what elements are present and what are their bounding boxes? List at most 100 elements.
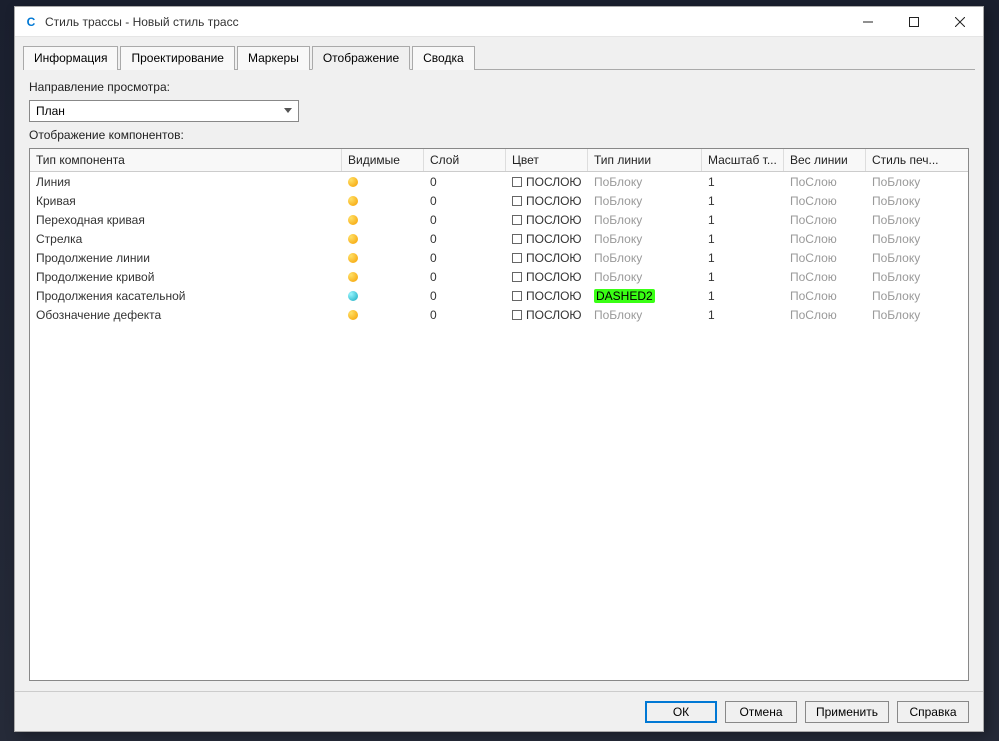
cell-lineweight[interactable]: ПоСлою — [784, 251, 866, 265]
cell-visible[interactable] — [342, 234, 424, 244]
lightbulb-icon[interactable] — [348, 234, 358, 244]
cell-visible[interactable] — [342, 310, 424, 320]
cell-scale[interactable]: 1 — [702, 175, 784, 189]
lightbulb-icon[interactable] — [348, 215, 358, 225]
header-lineweight[interactable]: Вес линии — [784, 149, 866, 171]
cell-scale[interactable]: 1 — [702, 308, 784, 322]
lightbulb-icon[interactable] — [348, 177, 358, 187]
lightbulb-icon[interactable] — [348, 196, 358, 206]
cell-color[interactable]: ПОСЛОЮ — [506, 270, 588, 284]
cell-linetype[interactable]: ПоБлоку — [588, 232, 702, 246]
cell-lineweight[interactable]: ПоСлою — [784, 289, 866, 303]
cell-visible[interactable] — [342, 196, 424, 206]
cell-lineweight[interactable]: ПоСлою — [784, 175, 866, 189]
tab-markers[interactable]: Маркеры — [237, 46, 310, 70]
cell-color[interactable]: ПОСЛОЮ — [506, 308, 588, 322]
titlebar[interactable]: C Стиль трассы - Новый стиль трасс — [15, 7, 983, 37]
cell-type[interactable]: Кривая — [30, 194, 342, 208]
cell-scale[interactable]: 1 — [702, 232, 784, 246]
close-button[interactable] — [937, 7, 983, 37]
header-color[interactable]: Цвет — [506, 149, 588, 171]
cell-linetype[interactable]: DASHED2 — [588, 289, 702, 303]
cell-layer[interactable]: 0 — [424, 308, 506, 322]
cell-type[interactable]: Обозначение дефекта — [30, 308, 342, 322]
cell-linetype[interactable]: ПоБлоку — [588, 175, 702, 189]
cell-color[interactable]: ПОСЛОЮ — [506, 251, 588, 265]
tab-summary[interactable]: Сводка — [412, 46, 475, 70]
header-layer[interactable]: Слой — [424, 149, 506, 171]
cell-plotstyle[interactable]: ПоБлоку — [866, 194, 948, 208]
cell-plotstyle[interactable]: ПоБлоку — [866, 308, 948, 322]
table-row[interactable]: Кривая0ПОСЛОЮПоБлоку1ПоСлоюПоБлоку — [30, 191, 968, 210]
cell-plotstyle[interactable]: ПоБлоку — [866, 175, 948, 189]
cell-linetype[interactable]: ПоБлоку — [588, 270, 702, 284]
tab-design[interactable]: Проектирование — [120, 46, 235, 70]
cell-plotstyle[interactable]: ПоБлоку — [866, 270, 948, 284]
cell-visible[interactable] — [342, 215, 424, 225]
ok-button[interactable]: ОК — [645, 701, 717, 723]
tab-display[interactable]: Отображение — [312, 46, 410, 70]
cell-color[interactable]: ПОСЛОЮ — [506, 213, 588, 227]
apply-button[interactable]: Применить — [805, 701, 889, 723]
cell-lineweight[interactable]: ПоСлою — [784, 232, 866, 246]
cell-color[interactable]: ПОСЛОЮ — [506, 194, 588, 208]
cell-scale[interactable]: 1 — [702, 289, 784, 303]
cell-plotstyle[interactable]: ПоБлоку — [866, 251, 948, 265]
lightbulb-icon[interactable] — [348, 272, 358, 282]
cell-plotstyle[interactable]: ПоБлоку — [866, 289, 948, 303]
maximize-button[interactable] — [891, 7, 937, 37]
table-row[interactable]: Стрелка0ПОСЛОЮПоБлоку1ПоСлоюПоБлоку — [30, 229, 968, 248]
cell-type[interactable]: Продолжения касательной — [30, 289, 342, 303]
cell-type[interactable]: Переходная кривая — [30, 213, 342, 227]
cell-type[interactable]: Продолжение линии — [30, 251, 342, 265]
cell-linetype[interactable]: ПоБлоку — [588, 251, 702, 265]
header-linetype[interactable]: Тип линии — [588, 149, 702, 171]
cell-scale[interactable]: 1 — [702, 213, 784, 227]
cell-color[interactable]: ПОСЛОЮ — [506, 232, 588, 246]
help-button[interactable]: Справка — [897, 701, 969, 723]
lightbulb-icon[interactable] — [348, 291, 358, 301]
minimize-button[interactable] — [845, 7, 891, 37]
lightbulb-icon[interactable] — [348, 310, 358, 320]
header-visible[interactable]: Видимые — [342, 149, 424, 171]
cell-visible[interactable] — [342, 291, 424, 301]
cell-scale[interactable]: 1 — [702, 194, 784, 208]
table-row[interactable]: Продолжения касательной0ПОСЛОЮDASHED21По… — [30, 286, 968, 305]
cell-layer[interactable]: 0 — [424, 194, 506, 208]
table-row[interactable]: Линия0ПОСЛОЮПоБлоку1ПоСлоюПоБлоку — [30, 172, 968, 191]
cell-layer[interactable]: 0 — [424, 175, 506, 189]
table-row[interactable]: Переходная кривая0ПОСЛОЮПоБлоку1ПоСлоюПо… — [30, 210, 968, 229]
cell-layer[interactable]: 0 — [424, 232, 506, 246]
cell-linetype[interactable]: ПоБлоку — [588, 308, 702, 322]
cell-type[interactable]: Продолжение кривой — [30, 270, 342, 284]
lightbulb-icon[interactable] — [348, 253, 358, 263]
cell-lineweight[interactable]: ПоСлою — [784, 270, 866, 284]
cell-scale[interactable]: 1 — [702, 270, 784, 284]
table-row[interactable]: Продолжение линии0ПОСЛОЮПоБлоку1ПоСлоюПо… — [30, 248, 968, 267]
table-row[interactable]: Обозначение дефекта0ПОСЛОЮПоБлоку1ПоСлою… — [30, 305, 968, 324]
cell-plotstyle[interactable]: ПоБлоку — [866, 213, 948, 227]
cell-plotstyle[interactable]: ПоБлоку — [866, 232, 948, 246]
cell-visible[interactable] — [342, 253, 424, 263]
cell-color[interactable]: ПОСЛОЮ — [506, 289, 588, 303]
cell-visible[interactable] — [342, 272, 424, 282]
table-row[interactable]: Продолжение кривой0ПОСЛОЮПоБлоку1ПоСлоюП… — [30, 267, 968, 286]
header-type[interactable]: Тип компонента — [30, 149, 342, 171]
cell-lineweight[interactable]: ПоСлою — [784, 308, 866, 322]
cell-layer[interactable]: 0 — [424, 289, 506, 303]
tab-information[interactable]: Информация — [23, 46, 118, 70]
cell-linetype[interactable]: ПоБлоку — [588, 194, 702, 208]
cell-lineweight[interactable]: ПоСлою — [784, 194, 866, 208]
cell-scale[interactable]: 1 — [702, 251, 784, 265]
header-plotstyle[interactable]: Стиль печ... — [866, 149, 948, 171]
cancel-button[interactable]: Отмена — [725, 701, 797, 723]
cell-type[interactable]: Стрелка — [30, 232, 342, 246]
cell-type[interactable]: Линия — [30, 175, 342, 189]
cell-layer[interactable]: 0 — [424, 270, 506, 284]
header-scale[interactable]: Масштаб т... — [702, 149, 784, 171]
cell-color[interactable]: ПОСЛОЮ — [506, 175, 588, 189]
cell-visible[interactable] — [342, 177, 424, 187]
cell-layer[interactable]: 0 — [424, 251, 506, 265]
cell-layer[interactable]: 0 — [424, 213, 506, 227]
cell-linetype[interactable]: ПоБлоку — [588, 213, 702, 227]
